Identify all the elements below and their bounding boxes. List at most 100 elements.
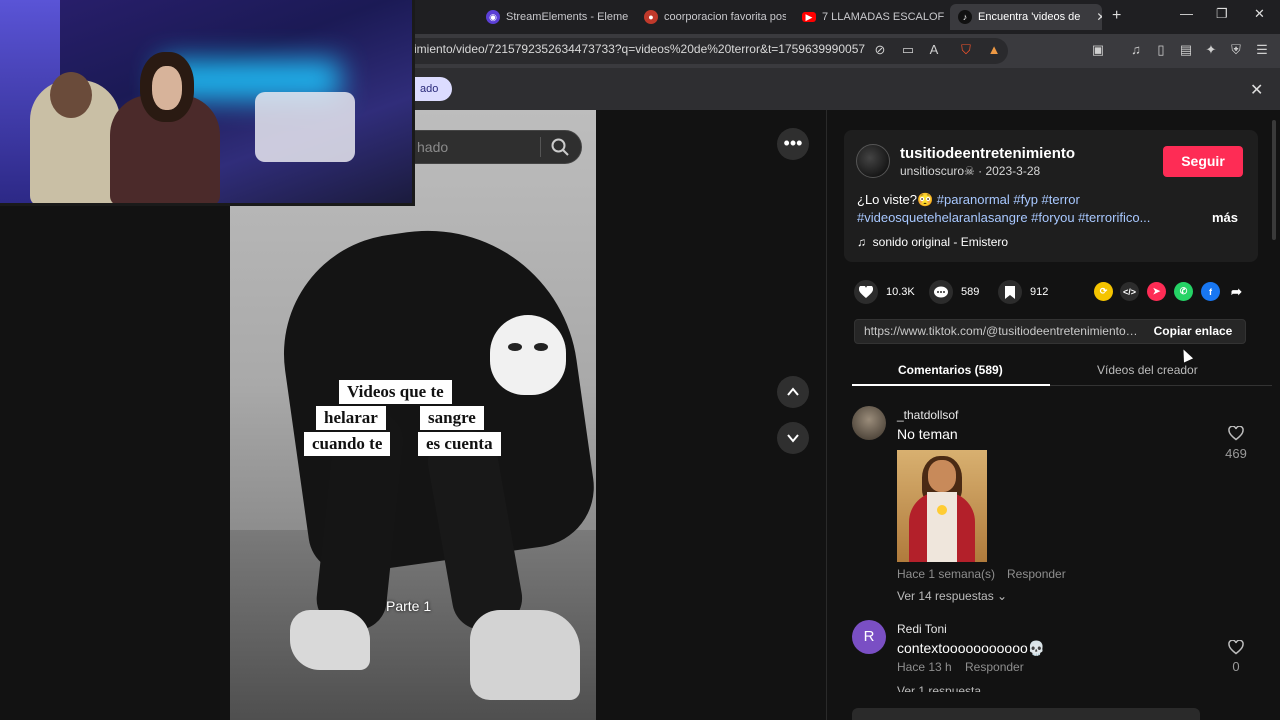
video-caption-line3-left: cuando te	[304, 432, 391, 456]
comment-text: contextooooooooooo💀	[897, 640, 1046, 656]
author-avatar[interactable]	[856, 144, 890, 178]
more-options-button[interactable]: •••	[777, 128, 809, 160]
minimize-icon[interactable]: —	[1180, 6, 1193, 21]
whatsapp-icon[interactable]: ✆	[1174, 282, 1193, 301]
comment-like-count: 469	[1225, 446, 1247, 461]
tab-creator-videos[interactable]: Vídeos del creador	[1097, 363, 1198, 377]
close-tab-icon[interactable]: ✕	[1096, 10, 1102, 24]
follow-button[interactable]: Seguir	[1163, 146, 1243, 177]
tab-title: coorporacion favorita pos	[664, 11, 786, 23]
music-note-icon: ♫	[857, 235, 873, 249]
post-description: ¿Lo viste?😳 #paranormal #fyp #terror	[857, 192, 1080, 208]
tab-title: Encuentra 'videos de	[978, 11, 1081, 23]
wallet-icon[interactable]: ▤	[1178, 42, 1194, 58]
view-replies-link[interactable]: Ver 1 respuesta ⌄	[897, 684, 994, 692]
leo-ai-icon[interactable]: ✦	[1203, 42, 1219, 58]
comment-like-icon[interactable]	[1226, 425, 1246, 446]
send-icon[interactable]: ➤	[1147, 282, 1166, 301]
sidebar-icon[interactable]: ▯	[1153, 42, 1169, 58]
cast-icon[interactable]: ▭	[900, 42, 916, 58]
info-bar-close-icon[interactable]: ✕	[1250, 80, 1263, 100]
sound-label: sonido original - Emistero	[872, 235, 1009, 249]
video-figure-hand	[470, 610, 580, 700]
panel-scrollbar[interactable]	[1272, 120, 1276, 240]
video-figure-foot	[290, 610, 370, 670]
previous-video-button[interactable]	[777, 376, 809, 408]
image-face	[928, 460, 956, 492]
bookmark-icon	[998, 280, 1022, 304]
comment-time: Hace 1 semana(s)	[897, 567, 996, 581]
search-placeholder: hado	[417, 139, 449, 155]
repost-icon[interactable]: ⟳	[1094, 282, 1113, 301]
author-subline: unsitioscuro☠ · 2023-3-28	[900, 164, 1041, 178]
view-replies-link[interactable]: Ver 14 respuestas ⌄	[897, 589, 1007, 603]
tab-corporacion[interactable]: ● coorporacion favorita pos	[636, 5, 786, 29]
url-text[interactable]: imiento/video/7215792352634473733?q=vide…	[414, 42, 865, 56]
like-count: 10.3K	[886, 286, 915, 298]
reply-button[interactable]: Responder	[965, 660, 1024, 674]
author-username[interactable]: tusitiodeentretenimiento	[900, 145, 1075, 162]
like-stat[interactable]: 10.3K	[854, 280, 915, 304]
next-video-button[interactable]	[777, 422, 809, 454]
tab-title: StreamElements - Element	[506, 11, 628, 23]
video-part-label: Parte 1	[386, 598, 432, 614]
youtube-icon: ▶	[802, 12, 816, 22]
active-tab-indicator	[852, 384, 1050, 386]
comment-username[interactable]: _thatdollsof	[897, 408, 958, 422]
hashtag-list-2[interactable]: #videosquetehelaranlasangre #foryou #ter…	[857, 210, 1150, 225]
maximize-icon[interactable]: ❐	[1216, 6, 1228, 22]
comment-avatar[interactable]: R	[852, 620, 886, 654]
description-text: ¿Lo viste?😳	[857, 192, 937, 207]
heart-icon	[854, 280, 878, 304]
share-arrow-icon[interactable]: ➦	[1227, 282, 1246, 301]
new-tab-icon[interactable]: +	[1112, 7, 1121, 25]
location-pin-icon: ●	[644, 10, 658, 24]
brave-shield-icon[interactable]: ⛉	[958, 42, 974, 58]
vpn-icon[interactable]: ⛨	[1228, 42, 1244, 58]
menu-icon[interactable]: ☰	[1254, 42, 1270, 58]
video-caption-line1: Videos que te	[339, 380, 452, 404]
search-divider	[540, 137, 541, 157]
brave-rewards-icon[interactable]: ▲	[986, 42, 1002, 57]
more-description-link[interactable]: más	[1212, 210, 1238, 225]
chevron-down-icon	[787, 434, 799, 443]
share-link-text[interactable]: https://www.tiktok.com/@tusitiodeentrete…	[864, 324, 1140, 338]
translate-icon[interactable]: A	[926, 42, 942, 57]
search-icon[interactable]	[550, 137, 570, 157]
embed-icon[interactable]: </>	[1120, 282, 1139, 301]
tab-tiktok-active[interactable]: ♪ Encuentra 'videos de ✕	[950, 4, 1102, 30]
video-caption-line2-right: sangre	[420, 406, 484, 430]
streamelements-icon: ◉	[486, 10, 500, 24]
chevron-up-icon	[787, 387, 799, 396]
comment-like-icon[interactable]	[1226, 639, 1246, 660]
reply-button[interactable]: Responder	[1007, 567, 1066, 581]
save-stat[interactable]: 912	[998, 280, 1048, 304]
tab-youtube[interactable]: ▶ 7 LLAMADAS ESCALOFRIAN	[794, 5, 944, 29]
sound-row[interactable]: ♫ sonido original - Emistero	[857, 235, 1008, 249]
tab-streamelements[interactable]: ◉ StreamElements - Element	[478, 5, 628, 29]
comment-avatar[interactable]	[852, 406, 886, 440]
image-tunic	[927, 492, 957, 562]
info-bar-button[interactable]: ado	[410, 77, 453, 101]
comment-username[interactable]: Redi Toni	[897, 622, 947, 636]
image-heart	[937, 505, 947, 515]
screenshot-icon[interactable]: ▣	[1090, 42, 1106, 58]
tab-comments[interactable]: Comentarios (589)	[898, 363, 1003, 377]
copy-link-button[interactable]: Copiar enlace	[1140, 319, 1246, 344]
webcam-person-right-face	[152, 66, 182, 110]
comment-icon	[929, 280, 953, 304]
mute-icon[interactable]: ⊘	[872, 42, 888, 58]
music-icon[interactable]: ♫	[1128, 42, 1144, 57]
tab-title: 7 LLAMADAS ESCALOFRIAN	[822, 11, 944, 23]
comment-stat[interactable]: 589	[929, 280, 979, 304]
comment-count: 589	[961, 286, 980, 298]
comment-text: No teman	[897, 426, 958, 442]
comment-image[interactable]	[897, 450, 987, 562]
close-window-icon[interactable]: ✕	[1254, 6, 1265, 22]
facebook-icon[interactable]: f	[1201, 282, 1220, 301]
webcam-pillow	[255, 92, 355, 162]
hashtag-list[interactable]: #paranormal #fyp #terror	[937, 192, 1080, 207]
webcam-person-left-head	[50, 72, 92, 118]
video-caption-line2-left: helarar	[316, 406, 386, 430]
comment-input-box[interactable]	[852, 708, 1200, 720]
